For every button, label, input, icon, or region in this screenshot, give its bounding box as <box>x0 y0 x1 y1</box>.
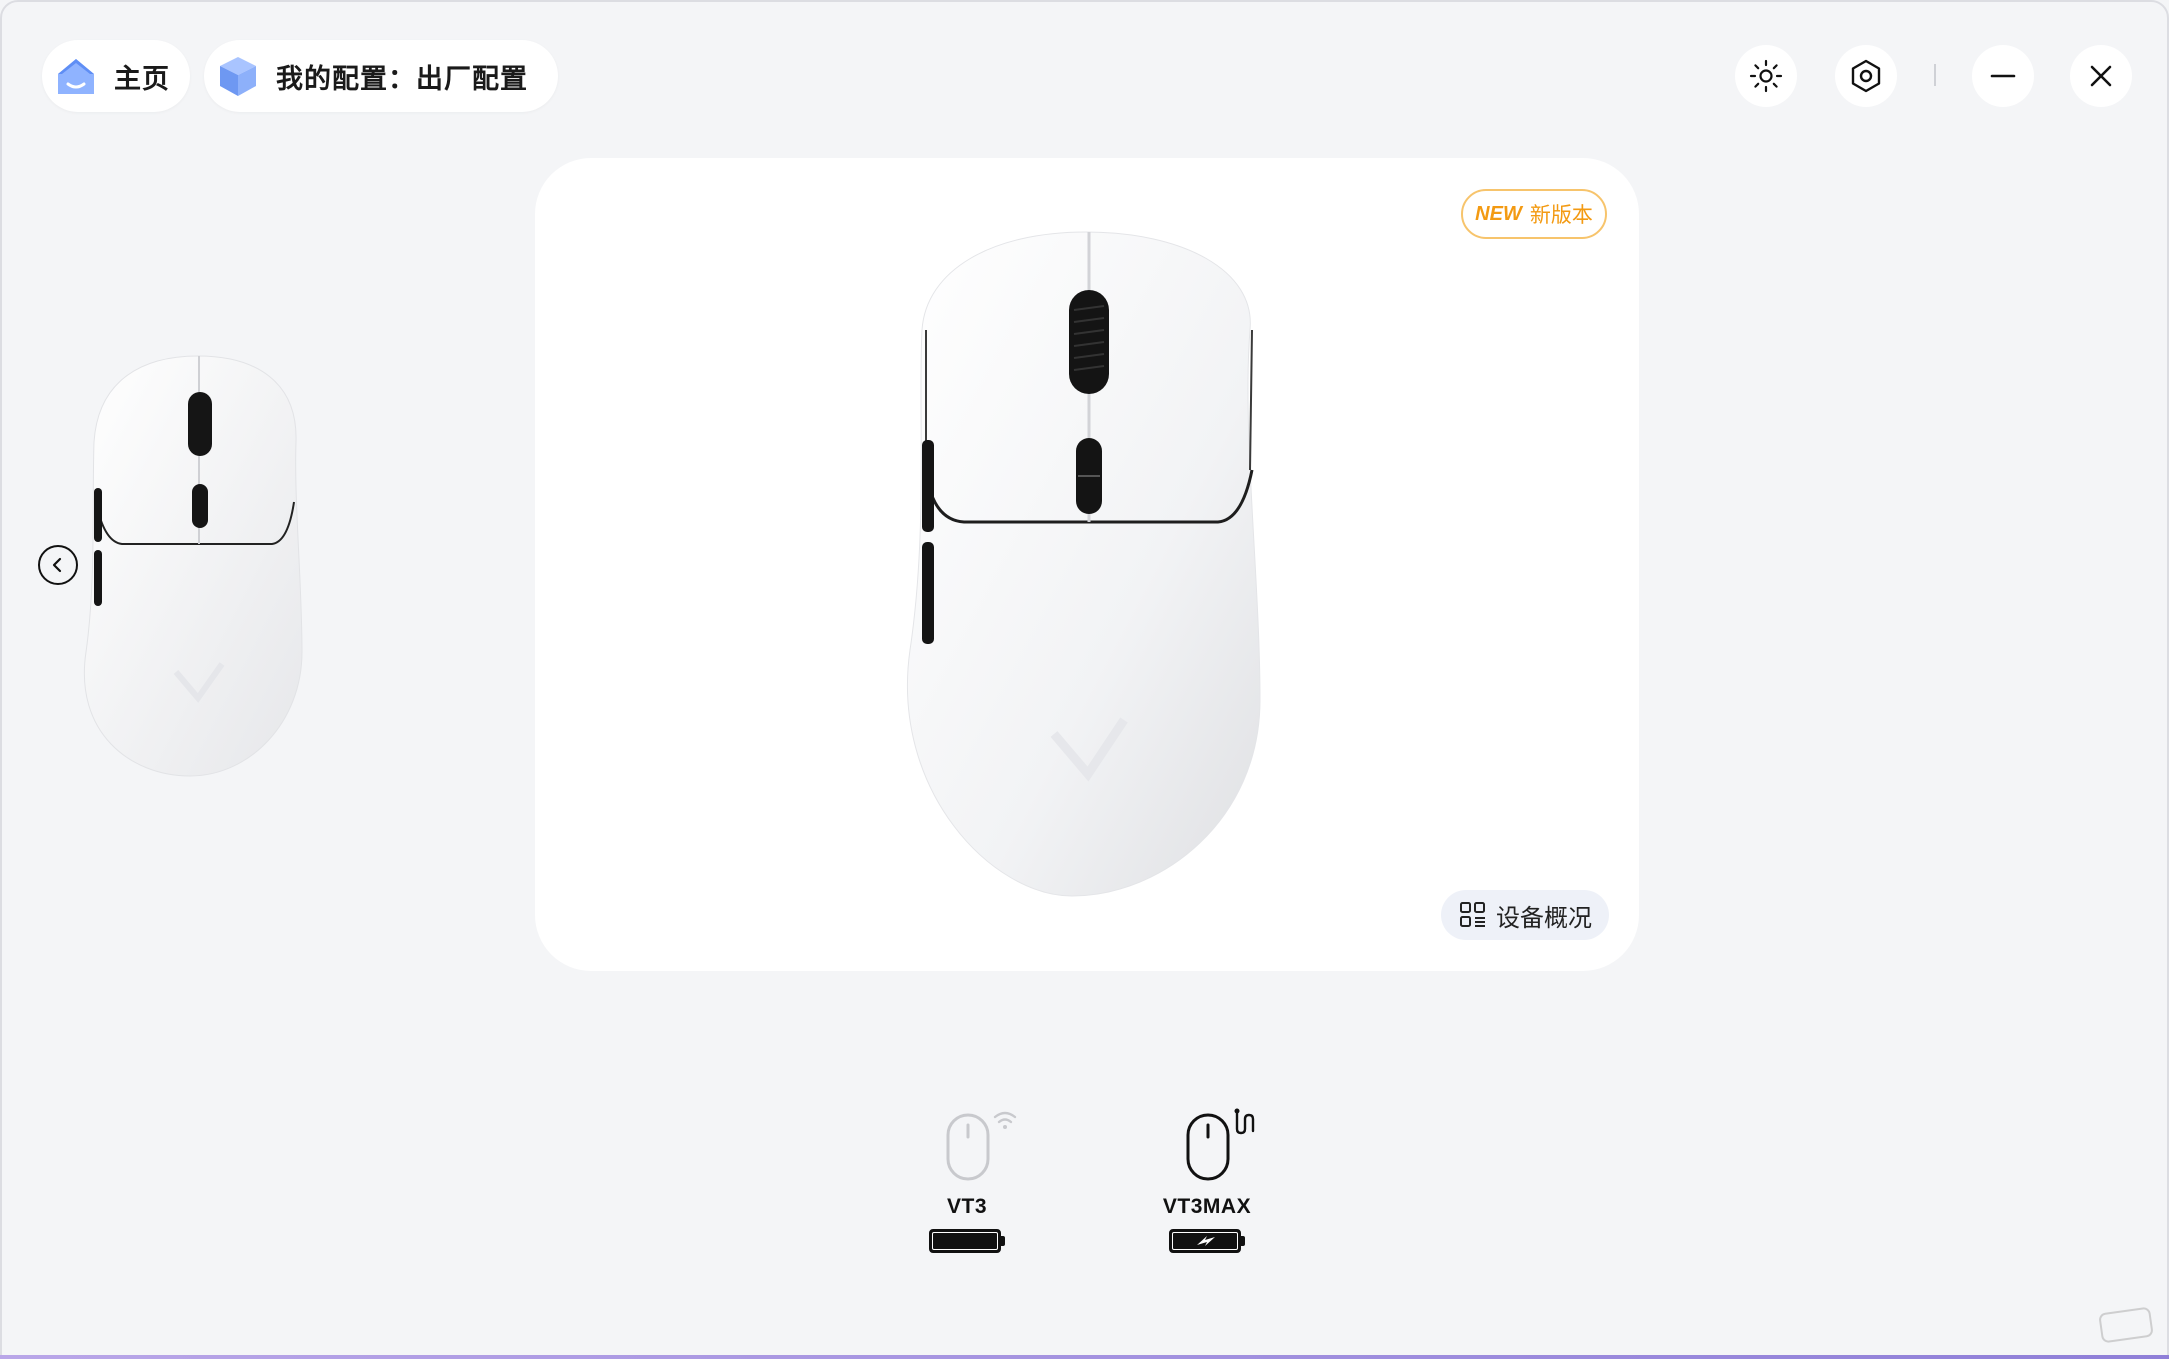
grid-icon <box>1460 902 1485 927</box>
home-button[interactable]: 主页 <box>42 40 190 112</box>
brightness-button[interactable] <box>1735 45 1797 107</box>
device-preview-card: NEW 新版本 设备概况 <box>535 158 1639 971</box>
controls-divider <box>1934 64 1936 86</box>
device-item-vt3max[interactable]: VT3MAX <box>1137 1107 1277 1253</box>
home-icon <box>54 54 98 98</box>
previous-device-mouse-image[interactable] <box>80 352 316 782</box>
wired-mouse-icon <box>1186 1108 1255 1181</box>
device-item-vt3[interactable]: VT3 <box>897 1107 1037 1253</box>
close-button[interactable] <box>2070 45 2132 107</box>
chevron-left-icon <box>52 557 62 573</box>
app-window: 主页 我的配置：出厂配置 NEW 新版本 设备概况 VT3 VT3MAX <box>0 0 2169 1359</box>
close-icon <box>2090 65 2112 87</box>
device-overview-label: 设备概况 <box>1496 904 1592 932</box>
device-overview-button[interactable]: 设备概况 <box>1441 890 1609 940</box>
new-version-badge[interactable]: NEW 新版本 <box>1461 189 1607 239</box>
device-name: VT3 <box>946 1195 987 1218</box>
settings-button[interactable] <box>1835 45 1897 107</box>
battery-charging-icon <box>1169 1229 1245 1253</box>
mouse-image[interactable] <box>902 230 1266 898</box>
cube-icon <box>216 54 260 98</box>
device-name: VT3MAX <box>1162 1195 1252 1218</box>
battery-full-icon <box>929 1229 1005 1253</box>
minimize-button[interactable] <box>1972 45 2034 107</box>
wireless-mouse-icon <box>946 1111 1017 1181</box>
config-label: 我的配置：出厂配置 <box>276 63 528 94</box>
minimize-icon <box>1990 74 2016 78</box>
config-selector[interactable]: 我的配置：出厂配置 <box>204 40 558 112</box>
window-bottom-edge <box>0 1355 2169 1359</box>
home-label: 主页 <box>114 63 170 94</box>
brightness-icon <box>1749 59 1783 93</box>
settings-icon <box>1851 59 1881 93</box>
lightning-icon <box>1197 1236 1215 1246</box>
watermark-logo <box>2099 1307 2153 1343</box>
badge-new-label: NEW <box>1475 202 1522 225</box>
badge-text: 新版本 <box>1529 204 1593 227</box>
previous-device-button[interactable] <box>38 545 78 585</box>
